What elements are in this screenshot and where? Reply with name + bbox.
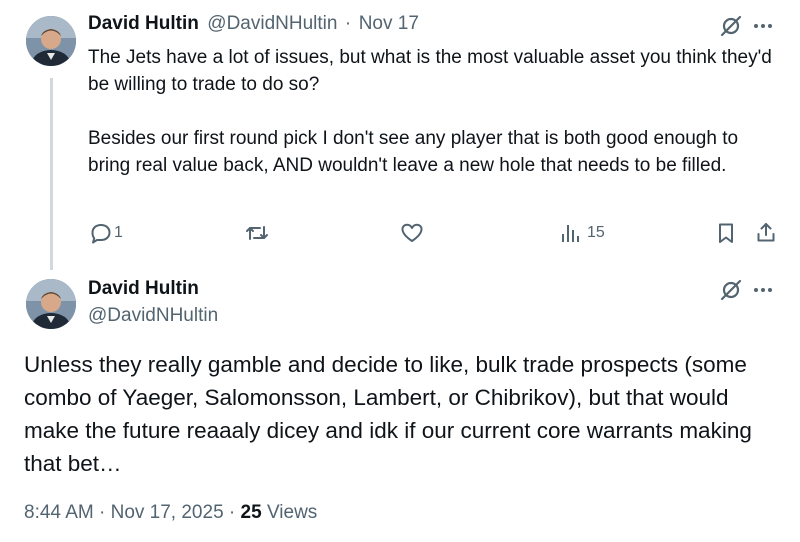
separator: · — [228, 502, 236, 523]
share-icon — [755, 221, 777, 243]
reply-count: 1 — [114, 224, 123, 241]
tweet-time[interactable]: 8:44 AM — [24, 502, 94, 523]
view-count: 15 — [587, 224, 605, 241]
more-icon[interactable] — [752, 17, 774, 35]
grok-icon[interactable] — [720, 15, 742, 37]
share-button[interactable] — [755, 221, 777, 243]
tweet-paragraph: The Jets have a lot of issues, but what … — [88, 47, 772, 95]
avatar[interactable] — [26, 16, 76, 66]
bookmark-button[interactable] — [716, 222, 736, 244]
views-label: Views — [266, 502, 318, 523]
like-button[interactable] — [400, 222, 424, 244]
views-icon — [560, 222, 582, 244]
tweet-header: David Hultin @DavidNHultin · Nov 17 — [88, 13, 419, 35]
author-handle[interactable]: @DavidNHultin — [207, 13, 337, 34]
reply-button[interactable]: 1 — [90, 222, 123, 244]
reply-icon — [90, 222, 112, 244]
views-count: 25 — [240, 502, 262, 523]
tweet-paragraph: Besides our first round pick I don't see… — [88, 128, 739, 176]
grok-icon[interactable] — [720, 279, 742, 301]
author-name[interactable]: David Hultin — [88, 13, 199, 34]
author-name[interactable]: David Hultin — [88, 278, 199, 300]
avatar[interactable] — [26, 279, 76, 329]
retweet-icon — [245, 222, 269, 244]
separator: · — [99, 502, 106, 523]
heart-icon — [400, 222, 424, 244]
tweet-date[interactable]: Nov 17, 2025 — [111, 502, 224, 523]
tweet-date[interactable]: Nov 17 — [359, 13, 419, 34]
author-handle[interactable]: @DavidNHultin — [88, 305, 218, 327]
tweet-timestamp-row: 8:44 AM · Nov 17, 2025 · 25 Views — [24, 502, 317, 524]
tweet-text: The Jets have a lot of issues, but what … — [88, 44, 778, 179]
retweet-button[interactable] — [245, 222, 269, 244]
bookmark-icon — [716, 222, 736, 244]
tweet-text: Unless they really gamble and decide to … — [24, 352, 752, 476]
more-icon[interactable] — [752, 281, 774, 299]
views-button[interactable]: 15 — [560, 222, 605, 244]
thread-line — [50, 78, 53, 270]
separator: · — [344, 13, 352, 34]
